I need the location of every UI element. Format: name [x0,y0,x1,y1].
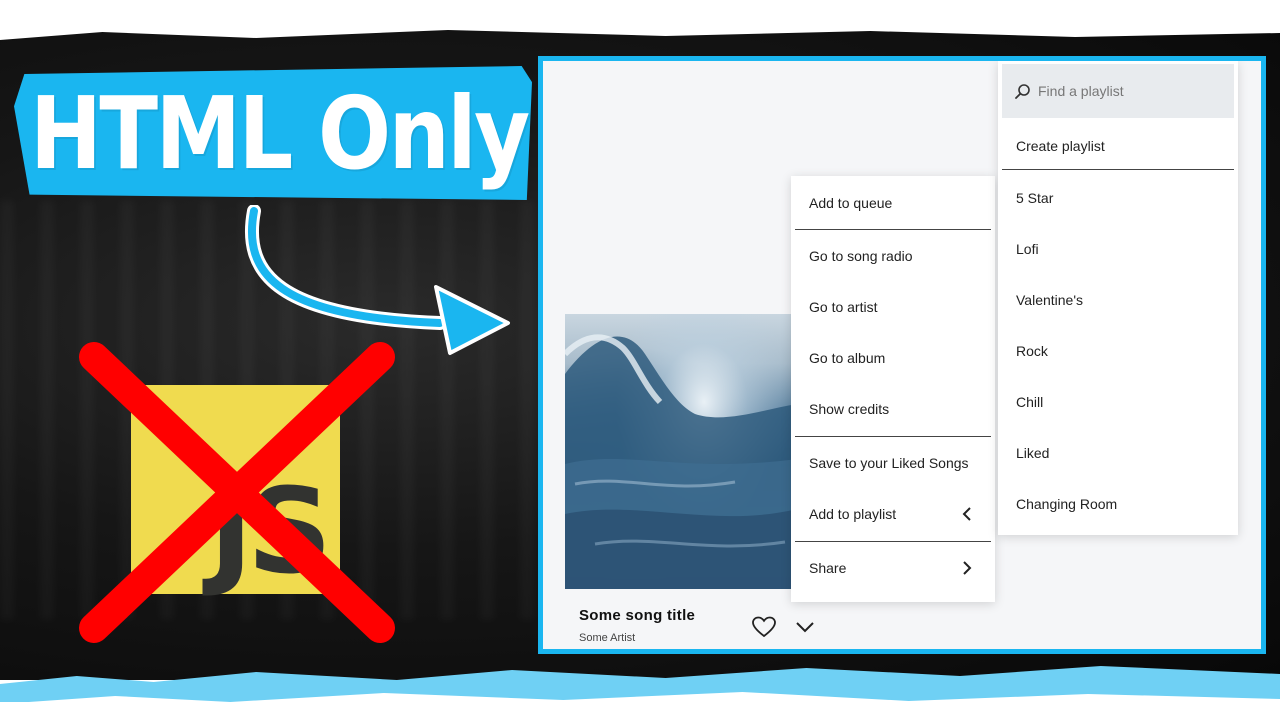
menu-item-show-credits[interactable]: Show credits [791,385,995,433]
playlist-item[interactable]: Changing Room [998,482,1238,526]
menu-item-label: Share [809,560,847,576]
headline-text: HTML Only [30,75,530,192]
menu-divider [795,436,991,437]
create-playlist-item[interactable]: Create playlist [998,124,1238,168]
playlist-item[interactable]: Valentine's [998,278,1238,322]
playlist-search-input[interactable] [1038,78,1218,104]
menu-item-add-to-queue[interactable]: Add to queue [791,179,995,227]
menu-item-share[interactable]: Share [791,544,995,592]
wave-image [565,334,797,589]
chevron-left-icon [962,507,971,521]
song-artist[interactable]: Some Artist [579,632,635,644]
menu-item-save-liked[interactable]: Save to your Liked Songs [791,439,995,487]
search-icon [1015,84,1030,99]
menu-item-add-to-playlist[interactable]: Add to playlist [791,490,995,538]
menu-item-label: Add to playlist [809,506,897,522]
menu-item-go-to-artist[interactable]: Go to artist [791,283,995,331]
playlist-search [1002,64,1234,118]
playlist-item[interactable]: Chill [998,380,1238,424]
playlist-item[interactable]: 5 Star [998,176,1238,220]
player-screenshot-panel: Some song title Some Artist Add to queue… [538,56,1266,654]
chevron-right-icon [963,561,972,575]
song-title: Some song title [579,607,696,624]
red-cross-icon [79,342,395,643]
album-art [565,314,797,589]
menu-divider [795,541,991,542]
submenu-divider [1002,169,1234,170]
playlist-item[interactable]: Rock [998,329,1238,373]
heart-icon[interactable] [751,615,777,639]
playlist-item[interactable]: Lofi [998,227,1238,271]
chevron-down-icon[interactable] [793,617,817,637]
menu-item-go-to-album[interactable]: Go to album [791,334,995,382]
playlist-submenu: Create playlist 5 Star Lofi Valentine's … [998,61,1238,535]
menu-divider [795,229,991,230]
menu-item-song-radio[interactable]: Go to song radio [791,232,995,280]
playlist-item[interactable]: Liked [998,431,1238,475]
song-context-menu: Add to queue Go to song radio Go to arti… [791,176,995,602]
